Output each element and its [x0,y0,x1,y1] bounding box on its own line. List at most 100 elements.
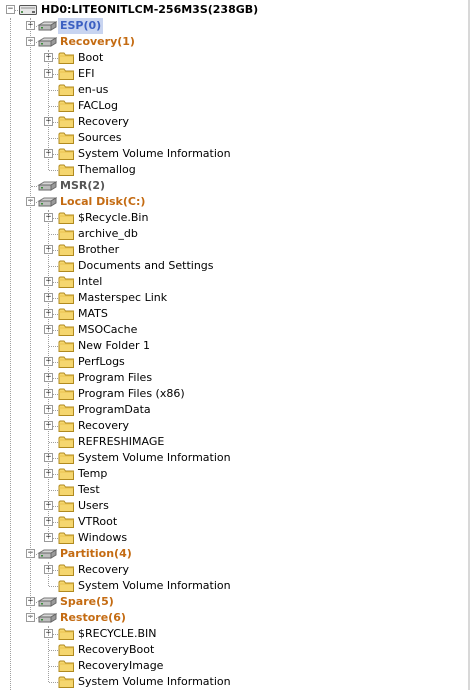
folder-item[interactable]: System Volume Information [0,578,466,594]
folder-item[interactable]: + System Volume Information [0,146,466,162]
tree-connector-horizontal [49,682,58,683]
folder-label: MSOCache [78,323,138,336]
partition-item[interactable]: − Restore(6) [0,610,466,626]
folder-item[interactable]: + VTRoot [0,514,466,530]
partition-item[interactable]: + ESP(0) [0,18,466,34]
folder-label: $Recycle.Bin [78,211,149,224]
folder-item[interactable]: + Recovery [0,114,466,130]
folder-item[interactable]: + Users [0,498,466,514]
folder-label: Masterspec Link [78,291,168,304]
folder-item[interactable]: New Folder 1 [0,338,466,354]
folder-label: Documents and Settings [78,259,214,272]
folder-label: Test [78,483,100,496]
folder-icon [58,675,75,694]
folder-label: System Volume Information [78,579,231,592]
folder-label: Recovery [78,419,130,432]
folder-item[interactable]: REFRESHIMAGE [0,434,466,450]
folder-item[interactable]: archive_db [0,226,466,242]
folder-label: Recovery [78,563,130,576]
folder-item[interactable]: + MATS [0,306,466,322]
tree-connector-horizontal [49,234,58,235]
tree-connector-horizontal [49,586,58,587]
collapse-toggle-icon[interactable]: − [6,5,15,14]
folder-label: EFI [78,67,95,80]
tree-connector-vertical [48,562,49,586]
folder-item[interactable]: + Recovery [0,562,466,578]
folder-item[interactable]: RecoveryImage [0,658,466,674]
folder-label: $RECYCLE.BIN [78,627,157,640]
partition-tree: − HD0:LITEONITLCM-256M3S(238GB) + ESP(0) − Re… [0,0,470,690]
disk-label: HD0:LITEONITLCM-256M3S(238GB) [41,3,259,16]
partition-label: Local Disk(C:) [60,195,146,208]
folder-item[interactable]: System Volume Information [0,674,466,690]
folder-label: System Volume Information [78,675,231,688]
folder-item[interactable]: + ProgramData [0,402,466,418]
partition-item[interactable]: − Recovery(1) [0,34,466,50]
tree-connector-horizontal [49,666,58,667]
tree-connector-horizontal [49,346,58,347]
folder-label: Windows [78,531,128,544]
folder-item[interactable]: Themallog [0,162,466,178]
folder-label: Users [78,499,109,512]
folder-item[interactable]: + Recovery [0,418,466,434]
folder-item[interactable]: + Intel [0,274,466,290]
tree-connector-vertical [48,626,49,682]
folder-label: RecoveryBoot [78,643,155,656]
tree-connector-vertical [10,18,11,690]
folder-label: New Folder 1 [78,339,150,352]
folder-label: ProgramData [78,403,151,416]
tree-root-disk[interactable]: − HD0:LITEONITLCM-256M3S(238GB) [0,2,466,18]
folder-label: Program Files (x86) [78,387,185,400]
tree-connector-horizontal [49,90,58,91]
folder-item[interactable]: + EFI [0,66,466,82]
folder-label: Recovery [78,115,130,128]
folder-item[interactable]: + Boot [0,50,466,66]
partition-item[interactable]: − Partition(4) [0,546,466,562]
partition-item[interactable]: − Local Disk(C:) [0,194,466,210]
folder-item[interactable]: + $Recycle.Bin [0,210,466,226]
folder-label: Brother [78,243,120,256]
partition-label: MSR(2) [60,179,106,192]
tree-connector-horizontal [49,106,58,107]
folder-item[interactable]: + System Volume Information [0,450,466,466]
folder-item[interactable]: Test [0,482,466,498]
folder-label: VTRoot [78,515,118,528]
folder-label: System Volume Information [78,451,231,464]
folder-label: Sources [78,131,122,144]
folder-item[interactable]: en-us [0,82,466,98]
folder-item[interactable]: + MSOCache [0,322,466,338]
partition-label: ESP(0) [58,18,104,34]
tree-connector-horizontal [49,490,58,491]
folder-label: PerfLogs [78,355,125,368]
folder-label: System Volume Information [78,147,231,160]
folder-item[interactable]: + $RECYCLE.BIN [0,626,466,642]
folder-item[interactable]: + Windows [0,530,466,546]
tree-connector-horizontal [49,170,58,171]
folder-label: en-us [78,83,109,96]
folder-item[interactable]: Documents and Settings [0,258,466,274]
folder-label: Temp [78,467,108,480]
partition-label: Restore(6) [60,611,126,624]
folder-label: RecoveryImage [78,659,164,672]
folder-label: FACLog [78,99,118,112]
folder-label: Intel [78,275,103,288]
folder-label: MATS [78,307,108,320]
folder-item[interactable]: FACLog [0,98,466,114]
folder-label: REFRESHIMAGE [78,435,165,448]
partition-item[interactable]: + Spare(5) [0,594,466,610]
folder-label: Boot [78,51,104,64]
folder-item[interactable]: + PerfLogs [0,354,466,370]
tree-connector-vertical [48,210,49,538]
folder-item[interactable]: RecoveryBoot [0,642,466,658]
folder-label: Themallog [78,163,136,176]
folder-item[interactable]: Sources [0,130,466,146]
tree-connector-horizontal [49,266,58,267]
folder-item[interactable]: + Program Files (x86) [0,386,466,402]
tree-connector-horizontal [49,650,58,651]
folder-item[interactable]: + Masterspec Link [0,290,466,306]
folder-item[interactable]: + Brother [0,242,466,258]
tree-connector-vertical [30,18,31,618]
folder-item[interactable]: + Program Files [0,370,466,386]
folder-item[interactable]: + Temp [0,466,466,482]
partition-item[interactable]: MSR(2) [0,178,466,194]
